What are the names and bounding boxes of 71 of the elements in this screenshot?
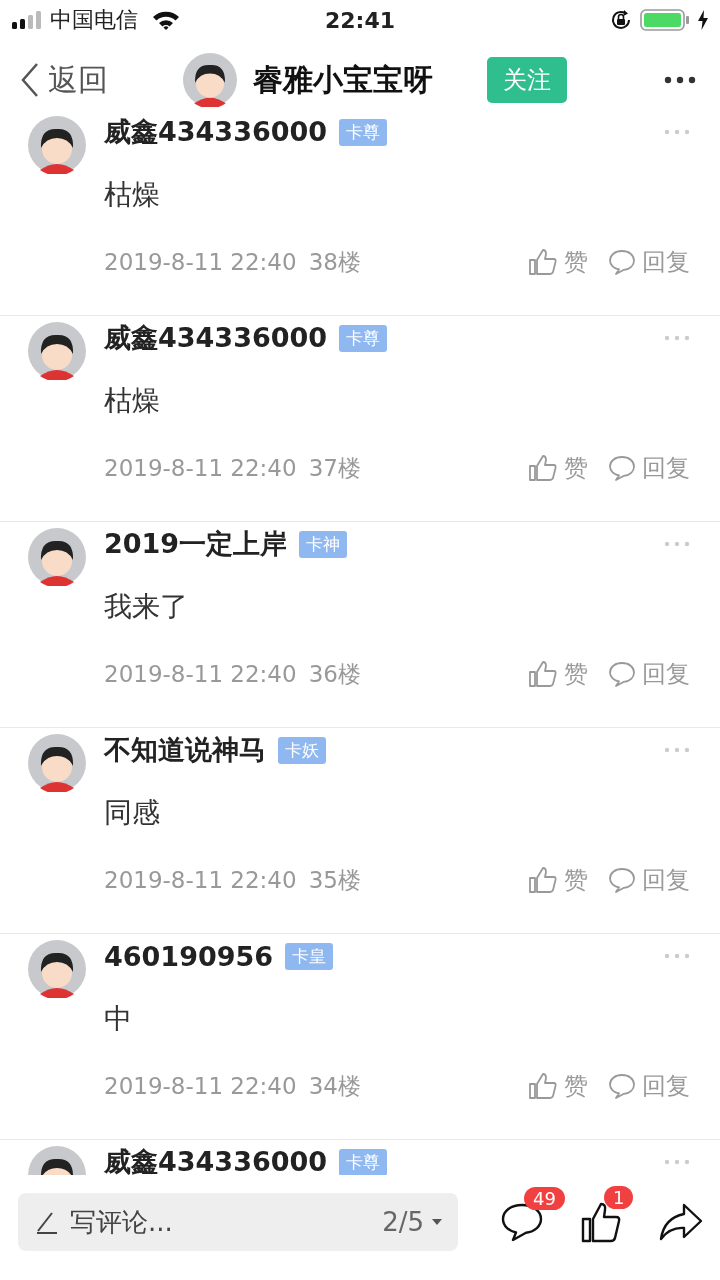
- notification-badge: 1: [604, 1185, 634, 1209]
- wifi-icon: [152, 10, 180, 30]
- reply-button[interactable]: 回复: [642, 864, 690, 896]
- avatar-icon[interactable]: [28, 734, 86, 792]
- notification-badge: 49: [524, 1186, 565, 1210]
- floor-number: 34楼: [308, 1071, 361, 1101]
- floor-number: 36楼: [308, 659, 361, 689]
- comment-text: 同感: [104, 795, 161, 831]
- floor-number: 38楼: [308, 247, 361, 277]
- rotation-lock-icon: [610, 9, 632, 31]
- user-name[interactable]: 威鑫434336000: [104, 320, 328, 356]
- avatar-icon[interactable]: [28, 322, 86, 380]
- like-button[interactable]: 赞: [564, 246, 588, 278]
- user-name[interactable]: 不知道说神马: [104, 732, 266, 768]
- more-icon[interactable]: [664, 1159, 690, 1165]
- page-title: 睿雅小宝宝呀: [253, 60, 433, 99]
- like-button[interactable]: 赞: [564, 452, 588, 484]
- more-icon[interactable]: [664, 129, 690, 135]
- thumbs-up-icon[interactable]: [528, 454, 558, 482]
- comment-text: 枯燥: [104, 177, 161, 213]
- user-name[interactable]: 460190956: [104, 940, 274, 972]
- comment-time: 2019-8-11 22:40: [104, 867, 297, 893]
- like-button[interactable]: 赞: [564, 864, 588, 896]
- avatar-icon[interactable]: [28, 528, 86, 586]
- more-icon[interactable]: [664, 335, 690, 341]
- reply-button[interactable]: 回复: [642, 452, 690, 484]
- like-button[interactable]: 赞: [564, 1070, 588, 1102]
- level-badge: 卡尊: [339, 1148, 388, 1175]
- reply-button[interactable]: 回复: [642, 658, 690, 690]
- thumbs-up-icon[interactable]: [528, 1072, 558, 1100]
- share-icon[interactable]: [658, 1201, 704, 1242]
- battery-icon: [640, 9, 690, 31]
- user-name[interactable]: 威鑫434336000: [104, 114, 328, 150]
- user-name[interactable]: 2019一定上岸: [104, 526, 288, 562]
- more-icon[interactable]: [664, 747, 690, 753]
- comment-text: 我来了: [104, 589, 189, 625]
- thumbs-up-icon[interactable]: [528, 248, 558, 276]
- like-button[interactable]: 赞: [564, 658, 588, 690]
- level-badge: 卡皇: [285, 942, 334, 970]
- avatar-icon[interactable]: [28, 116, 86, 174]
- thumbs-up-icon[interactable]: [528, 660, 558, 688]
- more-icon[interactable]: [664, 953, 690, 959]
- comment-time: 2019-8-11 22:40: [104, 1073, 297, 1099]
- reply-button[interactable]: 回复: [642, 246, 690, 278]
- level-badge: 卡尊: [339, 118, 388, 146]
- avatar-icon[interactable]: [183, 53, 237, 107]
- comment-text: 中: [104, 1001, 133, 1037]
- thumbs-up-icon[interactable]: [528, 866, 558, 894]
- back-button[interactable]: 返回: [20, 59, 108, 101]
- level-badge: 卡尊: [339, 324, 388, 352]
- back-chevron-icon[interactable]: [20, 62, 40, 98]
- caret-icon[interactable]: [430, 1216, 444, 1227]
- level-badge: 卡神: [299, 530, 348, 558]
- page-selector[interactable]: 2/5: [382, 1206, 444, 1237]
- floor-number: 37楼: [308, 453, 361, 483]
- level-badge: 卡妖: [278, 736, 326, 764]
- charging-icon: [698, 10, 708, 30]
- comment-time: 2019-8-11 22:40: [104, 455, 297, 481]
- floor-number: 35楼: [308, 865, 361, 895]
- comment-input-field[interactable]: 写评论... 2/5: [18, 1192, 458, 1251]
- comment-text: 枯燥: [104, 383, 161, 419]
- reply-button[interactable]: 回复: [642, 1070, 690, 1102]
- user-name[interactable]: 威鑫434336000: [104, 1144, 328, 1175]
- comment-time: 2019-8-11 22:40: [104, 249, 297, 275]
- carrier-name: 中国电信: [50, 6, 138, 34]
- signal-icon: [12, 11, 42, 29]
- more-icon[interactable]: [664, 541, 690, 547]
- follow-button[interactable]: 关注: [487, 57, 567, 103]
- comment-time: 2019-8-11 22:40: [104, 661, 297, 687]
- avatar-icon[interactable]: [28, 940, 86, 998]
- clock-time: 22:41: [324, 7, 396, 33]
